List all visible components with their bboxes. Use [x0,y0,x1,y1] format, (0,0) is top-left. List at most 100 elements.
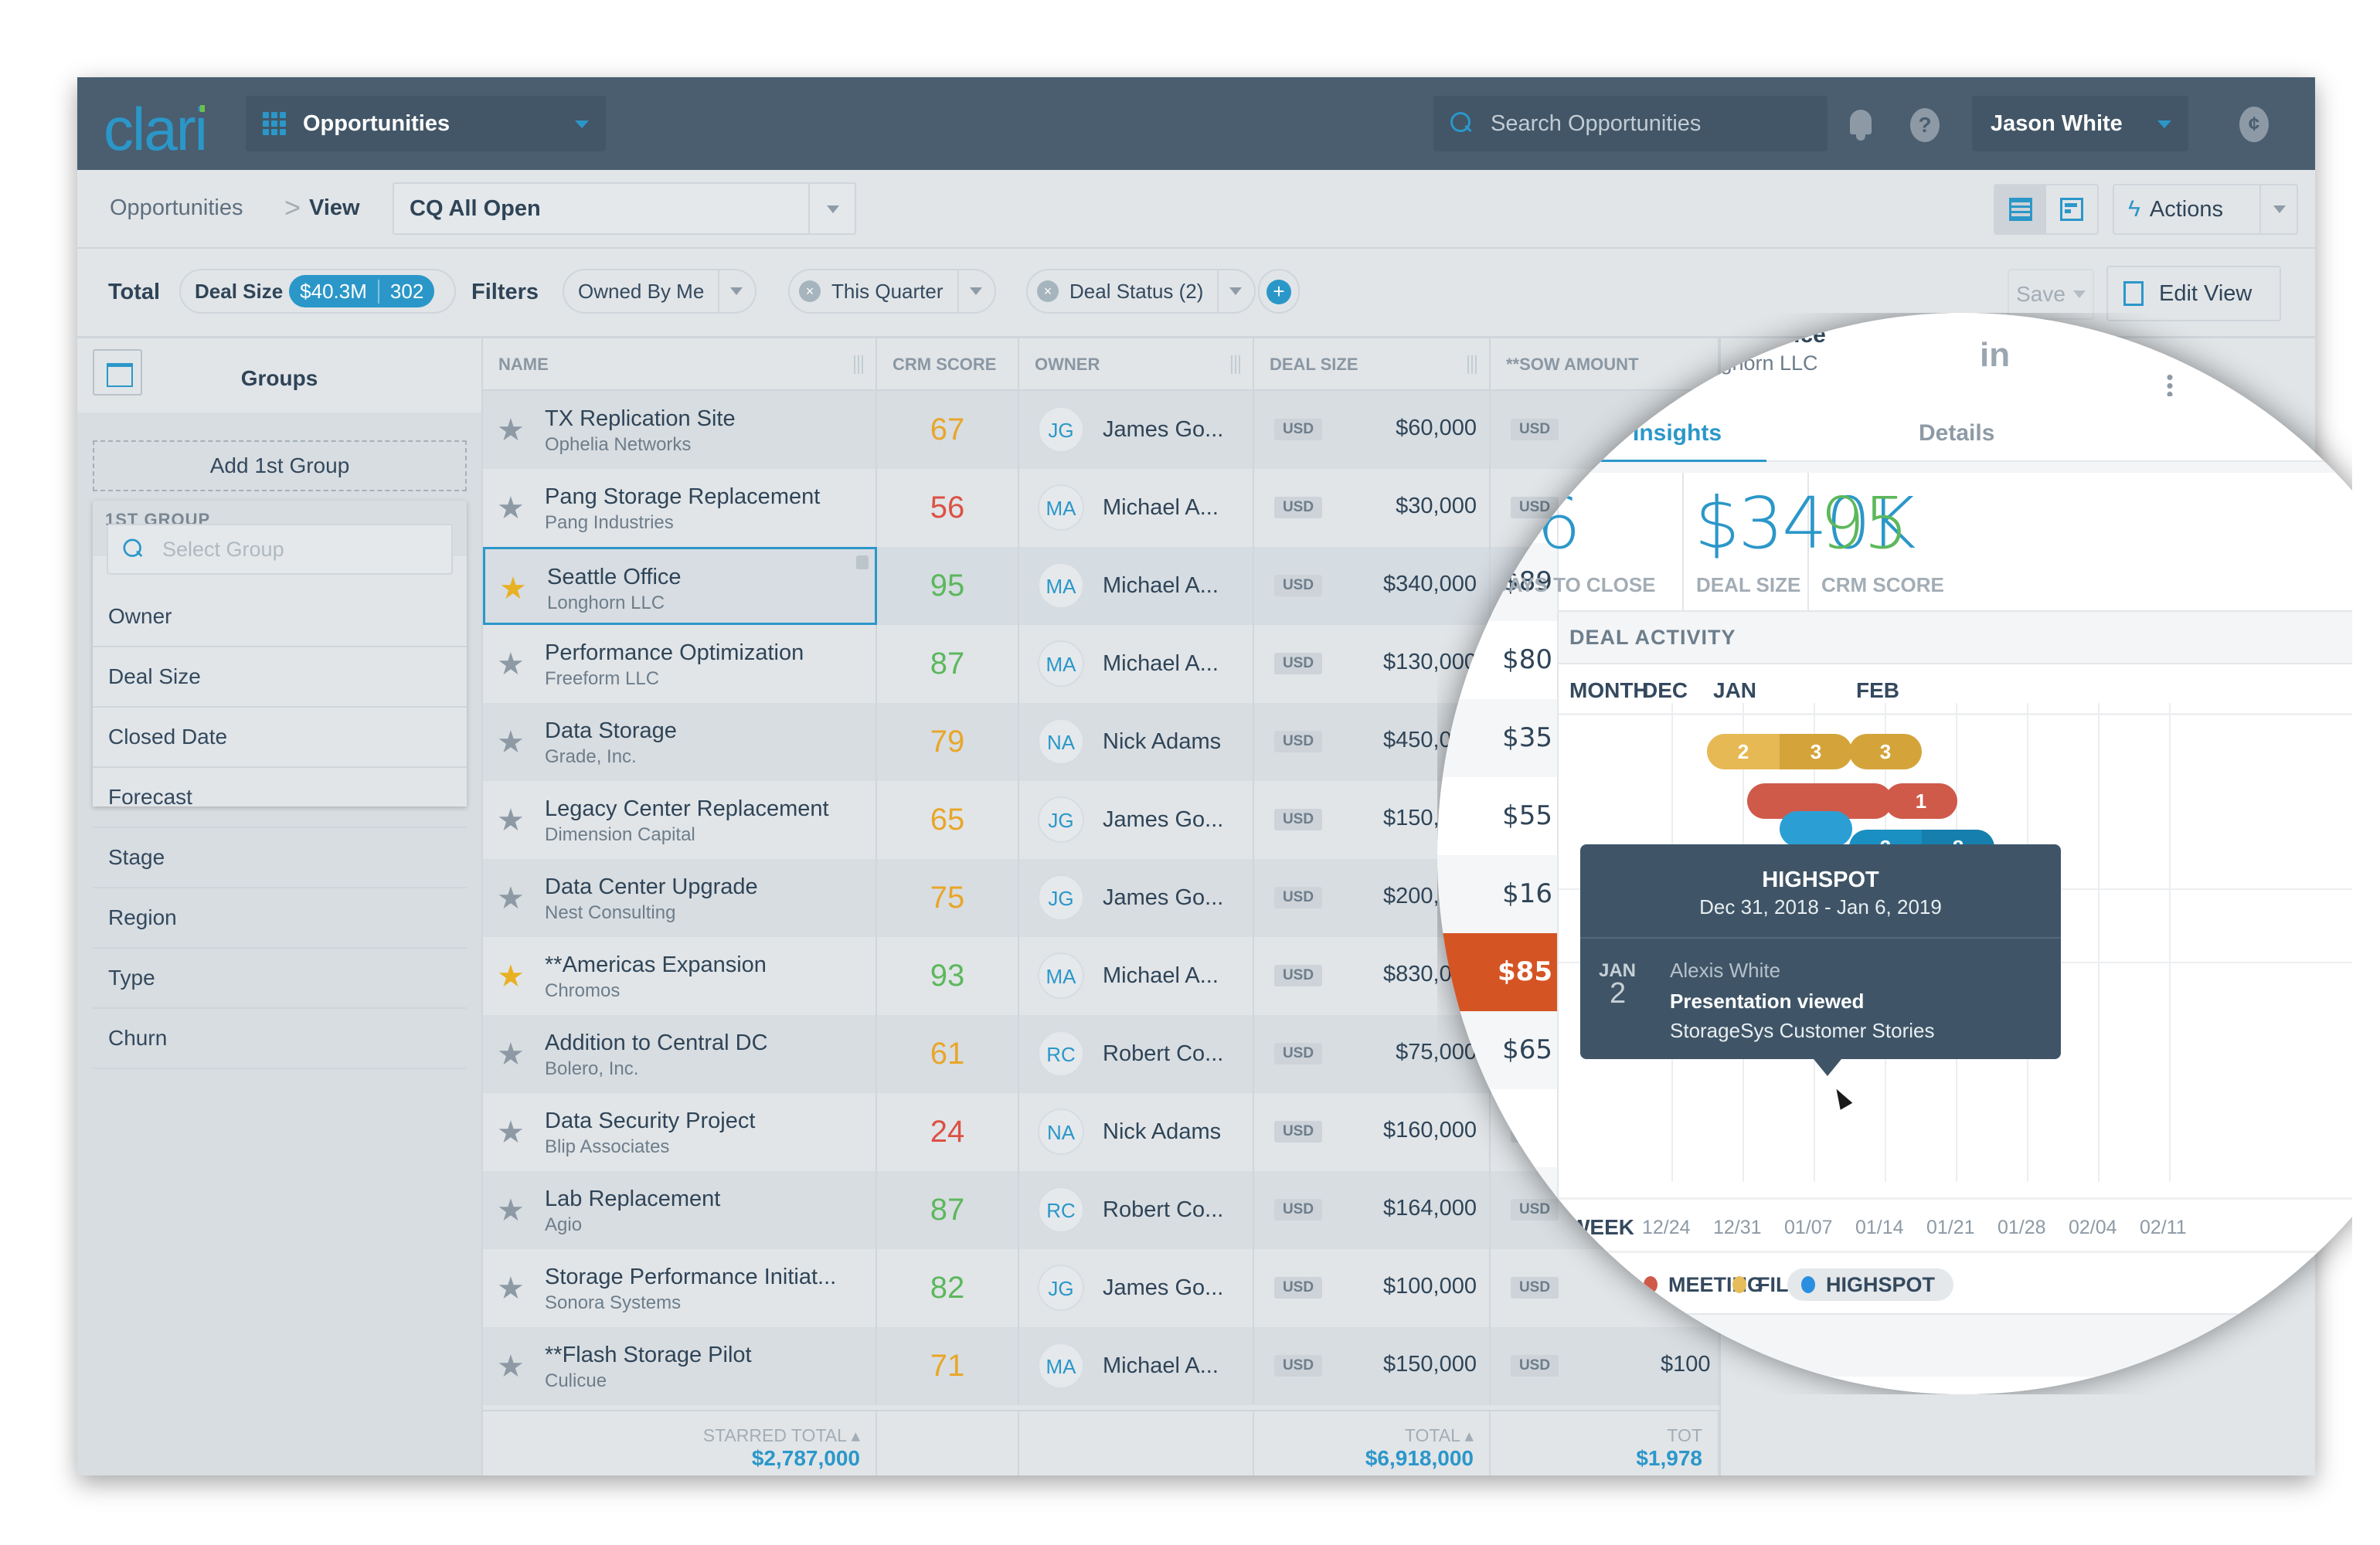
star-icon[interactable]: ★ [497,413,525,448]
name-cell[interactable]: ★ Data Security Project Blip Associates [483,1093,877,1171]
group-option[interactable]: Region [93,888,467,949]
star-icon[interactable]: ★ [497,1193,525,1228]
actions-dropdown[interactable] [2259,185,2297,233]
activity-pill-file[interactable]: 3 [1849,734,1922,769]
name-cell[interactable]: ★ Legacy Center Replacement Dimension Capi… [483,781,877,859]
legend-highspot[interactable]: HIGHSPOT [1787,1268,1954,1301]
search-input[interactable]: Search Opportunities [1433,96,1828,151]
clari-logo[interactable]: clari [104,94,208,165]
deal-total-label[interactable]: TOTAL ▴ [1254,1425,1474,1446]
star-icon[interactable]: ★ [497,647,525,682]
star-icon[interactable]: ★ [497,803,525,838]
group-option[interactable]: Stage [93,828,467,888]
filter-dropdown[interactable] [1217,270,1254,312]
name-cell[interactable]: ★ Pang Storage Replacement Pang Industries [483,469,877,547]
name-cell[interactable]: ★ **Americas Expansion Chromos [483,937,877,1015]
filter-deal-status[interactable]: × Deal Status (2) [1026,269,1256,314]
star-icon[interactable]: ★ [497,959,525,994]
group-option[interactable]: Type [93,949,467,1009]
star-icon[interactable]: ★ [497,881,525,916]
report-view-button[interactable] [2046,185,2097,233]
opportunity-name[interactable]: **Americas Expansion [545,952,767,978]
star-icon[interactable]: ★ [497,1115,525,1150]
activity-event[interactable]: St Tuesday, [1497,1315,2352,1377]
column-resize-handle[interactable] [854,355,863,374]
deal-account[interactable]: Longhorn LLC [1559,351,1945,375]
star-icon[interactable]: ★ [497,725,525,760]
view-select-dropdown[interactable] [808,184,855,233]
opportunity-name[interactable]: **Flash Storage Pilot [545,1343,752,1368]
group-option[interactable]: Owner [93,587,467,647]
name-cell[interactable]: ★ Data Storage Grade, Inc. [483,703,877,781]
owner-name: James Go... [1103,885,1224,910]
coin-chat-icon[interactable]: ¢ [2239,107,2269,142]
filter-this-quarter[interactable]: × This Quarter [788,269,996,314]
star-icon[interactable]: ★ [497,1271,525,1306]
view-select[interactable]: CQ All Open [393,182,856,235]
remove-filter-icon[interactable]: × [1037,280,1059,302]
column-header-owner[interactable]: OWNER [1019,338,1254,391]
opportunity-name[interactable]: Data Security Project [545,1109,755,1134]
opportunity-name[interactable]: Lab Replacement [545,1187,720,1212]
tooltip-document[interactable]: StorageSys Customer Stories [1670,1019,1934,1043]
star-icon[interactable]: ★ [497,1349,525,1384]
filter-dropdown[interactable] [957,270,994,312]
filter-owned-by-me[interactable]: Owned By Me [563,269,757,314]
add-filter-button[interactable]: + [1258,269,1300,314]
actions-button[interactable]: ϟ Actions [2113,184,2298,235]
opportunity-name[interactable]: TX Replication Site [545,406,736,432]
activity-pill-meeting[interactable]: 1 [1885,783,1957,819]
star-icon[interactable]: ★ [499,571,527,606]
star-icon[interactable]: ★ [497,1037,525,1072]
name-cell[interactable]: ★ Addition to Central DC Bolero, Inc. [483,1015,877,1093]
group-option[interactable]: Churn [93,1009,467,1069]
stat-label: DEAL SIZE [1696,573,1801,596]
event-title: St [1535,1324,1556,1347]
deal-size-total[interactable]: Deal Size $40.3M 302 [179,269,456,314]
opportunity-name[interactable]: Legacy Center Replacement [545,796,829,822]
tab-details[interactable]: Details [1919,420,1994,447]
group-option[interactable]: Closed Date [93,708,467,768]
more-options-icon[interactable] [2167,373,2173,396]
group-search-input[interactable]: Select Group [107,524,453,575]
app-switcher[interactable]: Opportunities [246,96,606,151]
opportunity-name[interactable]: Data Center Upgrade [545,874,758,900]
activity-pill-file[interactable]: 23 [1707,734,1852,769]
opportunity-name[interactable]: Pang Storage Replacement [545,484,820,510]
remove-filter-icon[interactable]: × [799,280,821,302]
group-option[interactable]: Forecast [93,768,467,828]
opportunity-name[interactable]: Seattle Office [547,565,682,590]
activity-pill-email[interactable] [1780,811,1852,847]
user-menu[interactable]: Jason White [1972,96,2188,151]
column-header-name[interactable]: NAME [483,338,877,391]
starred-total-label[interactable]: STARRED TOTAL ▴ [483,1425,860,1446]
filter-dropdown[interactable] [718,270,755,312]
tab-insights[interactable]: Insights [1547,420,1767,464]
linkedin-icon[interactable]: in [1980,336,2010,375]
opportunity-name[interactable]: Data Storage [545,718,677,744]
opportunity-name[interactable]: Performance Optimization [545,640,804,666]
bell-icon[interactable] [1847,107,1875,142]
name-cell[interactable]: ★ TX Replication Site Ophelia Networks [483,391,877,469]
sow-total-label[interactable]: TOT [1491,1425,1702,1446]
crm-score: 93 [877,937,1019,1015]
help-icon[interactable]: ? [1910,108,1940,142]
breadcrumb-root[interactable]: Opportunities [110,195,243,221]
save-button[interactable]: Save [2008,269,2094,320]
star-icon[interactable]: ★ [497,491,525,526]
name-cell[interactable]: ★ Lab Replacement Agio [483,1171,877,1249]
legend-email[interactable]: AIL [1520,1268,1554,1301]
table-view-button[interactable] [1995,185,2046,233]
opportunity-name[interactable]: Storage Performance Initiat... [545,1265,836,1290]
add-group-button[interactable]: Add 1st Group [93,440,467,491]
name-cell[interactable]: ★ Seattle Office Longhorn LLC [483,547,877,625]
group-option[interactable]: Deal Size [93,647,467,708]
name-cell[interactable]: ★ Storage Performance Initiat... Sonora Sy… [483,1249,877,1327]
name-cell[interactable]: ★ Performance Optimization Freeform LLC [483,625,877,703]
opportunity-name[interactable]: Addition to Central DC [545,1031,768,1056]
name-cell[interactable]: ★ **Flash Storage Pilot Culicue [483,1327,877,1405]
column-header-crm-score[interactable]: CRM SCORE [877,338,1019,391]
name-cell[interactable]: ★ Data Center Upgrade Nest Consulting [483,859,877,937]
column-resize-handle[interactable] [1231,355,1240,374]
currency-badge: USD [1274,887,1322,908]
